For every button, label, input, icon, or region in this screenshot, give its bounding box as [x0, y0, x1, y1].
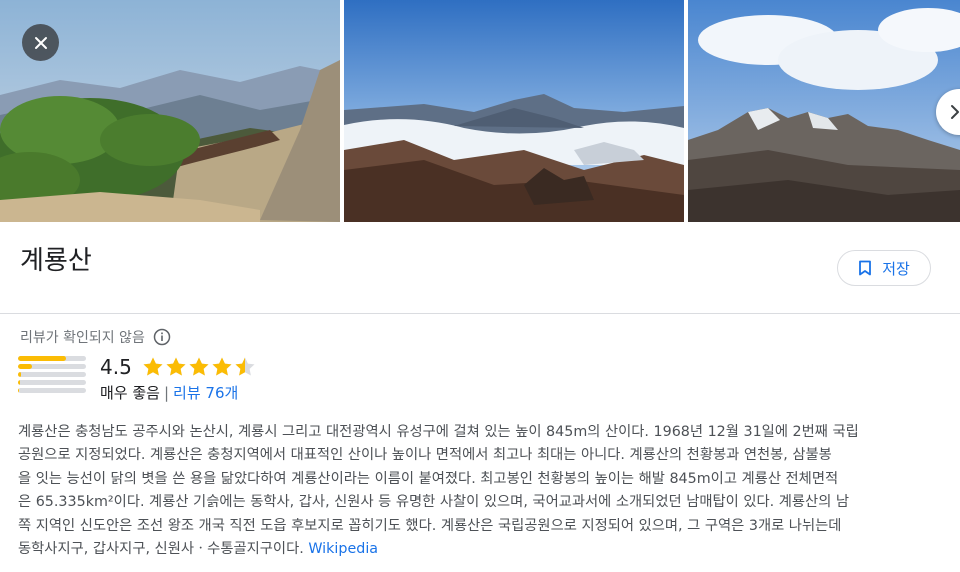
photo-rocky-ridge-image	[688, 0, 960, 222]
review-status: 리뷰가 확인되지 않음	[20, 327, 171, 347]
photo-rocky-ridge[interactable]	[688, 0, 960, 222]
rating-score: 4.5	[100, 355, 132, 379]
description-line: 동학사지구, 갑사지구, 신원사ㆍ수통골지구이다.	[18, 541, 304, 558]
star-icon	[212, 357, 232, 376]
photo-gallery	[0, 0, 960, 222]
save-button[interactable]: 저장	[837, 250, 931, 286]
description-line: 을 잇는 능선이 닭의 볏을 쓴 용을 닮았다하여 계룡산이라는 이름이 붙여졌…	[18, 470, 839, 487]
rating-stars	[142, 356, 256, 378]
histogram-bar-fill	[18, 372, 22, 377]
save-button-label: 저장	[882, 259, 910, 278]
place-header: 계룡산 저장	[0, 222, 960, 314]
description-last-line: 동학사지구, 갑사지구, 신원사ㆍ수통골지구이다. Wikipedia	[18, 538, 940, 561]
close-button[interactable]	[22, 24, 59, 61]
close-icon	[34, 36, 47, 49]
info-icon[interactable]	[153, 328, 171, 346]
histogram-bar	[18, 372, 86, 377]
review-status-text: 리뷰가 확인되지 않음	[20, 330, 145, 346]
description-line: 은 65.335km²이다. 계룡산 기슭에는 동학사, 갑사, 신원사 등 유…	[18, 494, 850, 511]
reviews-link[interactable]: 리뷰 76개	[173, 382, 238, 403]
rating-summary: 매우 좋음 | 리뷰 76개	[100, 382, 238, 403]
star-icon	[143, 357, 163, 376]
rating-label: 매우 좋음	[100, 384, 160, 402]
histogram-bar-fill	[18, 388, 20, 393]
photo-sea-of-clouds[interactable]	[344, 0, 684, 222]
description-line: 공원으로 지정되었다. 계룡산은 충청지역에서 대표적인 산이나 높이나 면적에…	[18, 447, 832, 464]
histogram-bar	[18, 356, 86, 361]
histogram-bar-fill	[18, 364, 32, 369]
rating-separator: |	[163, 383, 170, 402]
wikipedia-link[interactable]: Wikipedia	[308, 541, 378, 557]
photo-sea-of-clouds-image	[344, 0, 684, 222]
star-icon	[189, 357, 209, 376]
star-icon	[166, 357, 186, 376]
place-title: 계룡산	[20, 246, 92, 276]
histogram-bar-fill	[18, 356, 66, 361]
star-icon	[235, 357, 255, 376]
histogram-bar-fill	[18, 380, 21, 385]
bookmark-icon	[859, 260, 872, 276]
histogram-bar	[18, 388, 86, 393]
place-description: 계룡산은 충청남도 공주시와 논산시, 계룡시 그리고 대전광역시 유성구에 걸…	[18, 421, 940, 561]
description-line: 쪽 지역인 신도안은 조선 왕조 개국 직전 도읍 후보지로 꼽히기도 했다. …	[18, 517, 842, 534]
histogram-bar	[18, 380, 86, 385]
histogram-bar	[18, 364, 86, 369]
chevron-right-icon	[951, 105, 959, 119]
rating-histogram	[18, 356, 86, 396]
description-line: 계룡산은 충청남도 공주시와 논산시, 계룡시 그리고 대전광역시 유성구에 걸…	[18, 424, 859, 440]
